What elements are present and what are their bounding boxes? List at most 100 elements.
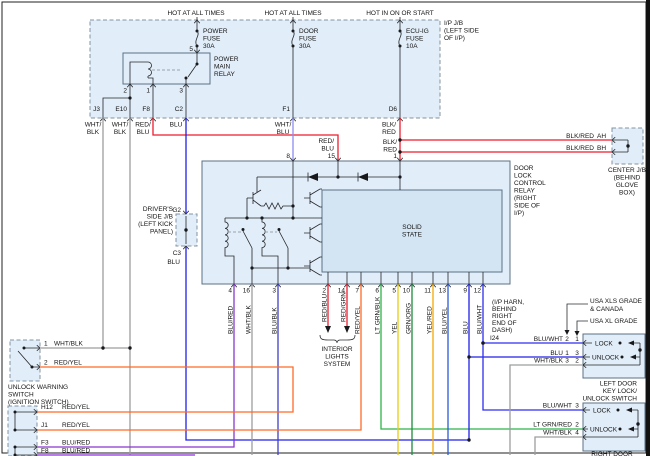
solid-state-label: STATE: [402, 232, 423, 239]
wire-label-redblu: RED/: [318, 138, 334, 145]
wire-label: BLU/RED: [62, 448, 90, 455]
pin-number: 4: [575, 430, 579, 437]
right-door-switch-label: RIGHT DOOR: [591, 451, 633, 456]
wire-label: BLK/: [382, 122, 396, 129]
left-door-switch-label: KEY LOCK/: [603, 388, 637, 395]
pin-number: 3: [575, 350, 579, 357]
ip-jb-note: OF I/P): [444, 35, 465, 42]
left-door-switch-label: UNLOCK SWITCH: [582, 396, 637, 403]
wire-label-redblu: BLU: [321, 146, 334, 153]
pmr-pin1: 1: [146, 88, 150, 95]
feed-label-hot1: HOT AT ALL TIMES: [167, 10, 225, 17]
wire-label: WHT/BLK: [54, 341, 84, 348]
uws-box: [10, 340, 40, 381]
door-fuse-label: DOOR: [299, 28, 319, 35]
pin-number: 3: [272, 288, 276, 295]
connector-c2: C2: [175, 106, 184, 113]
relay-pin15: 15: [328, 153, 336, 160]
page-edge-bar: [646, 0, 650, 456]
unlock-label: UNLOCK: [590, 427, 618, 434]
connector-f3: F3: [41, 440, 49, 447]
pin-ah: AH: [597, 133, 606, 140]
pin-number: 2: [575, 358, 579, 365]
pin-number: 12: [474, 288, 482, 295]
harn-label: DASH): [492, 327, 512, 334]
relay-label: CONTROL: [514, 180, 546, 187]
wire-label: BLK: [114, 129, 127, 136]
wire-label: RED/YEL: [62, 404, 90, 411]
ip-jb-note: I/P J/B: [444, 20, 463, 27]
wire-label: RED: [382, 129, 396, 136]
harn-label: END OF: [492, 320, 517, 327]
grade-label: USA XL GRADE: [590, 318, 638, 325]
wire-label: LT GRN/RED: [533, 422, 572, 429]
pin-number: 2: [44, 360, 48, 367]
wire-label: BLU/RED: [62, 440, 90, 447]
pin-number: 4: [228, 288, 232, 295]
pin-number: 7: [355, 288, 359, 295]
wire-label: BLK/RED: [566, 145, 594, 152]
relay-label: LOCK: [514, 173, 532, 180]
connector-f8: F8: [142, 106, 150, 113]
uws-label: UNLOCK WARNING: [8, 384, 68, 391]
wire-label: BLU: [170, 122, 183, 129]
wire-label-blkred: BLK/: [383, 139, 397, 146]
pin-number: 1: [575, 336, 579, 343]
relay-label: I/P): [514, 210, 524, 217]
drivers-jb-label: SIDE J/B: [147, 214, 173, 221]
connector-i24: I24: [490, 335, 499, 342]
feed-label-hot3: HOT IN ON OR START: [366, 10, 434, 17]
lock-label: LOCK: [593, 408, 611, 415]
connector-d6: D6: [389, 106, 398, 113]
wire-label: BLU: [550, 350, 563, 357]
wire-label: BLU/WHT: [543, 403, 572, 410]
uws-label: (IGNITION SWITCH): [8, 399, 69, 406]
center-jb-label: BOX): [619, 190, 635, 197]
pmr-pin2: 2: [123, 88, 127, 95]
connector-j1: J1: [41, 422, 48, 429]
harn-label: RIGHT: [492, 313, 512, 320]
left-door-switch-label: LEFT DOOR: [600, 381, 637, 388]
pmr-label: RELAY: [214, 71, 235, 78]
wire-label: RED/YEL: [62, 422, 90, 429]
power-fuse-label: POWER: [203, 28, 228, 35]
connector-f1: F1: [282, 106, 290, 113]
drivers-jb-label: PANEL): [150, 229, 173, 236]
lock-label: LOCK: [595, 341, 613, 348]
pin-number: 5: [392, 288, 396, 295]
wire-label: BLU: [137, 129, 150, 136]
wire-label: WHT/: [112, 122, 129, 129]
pin-number: 9: [463, 288, 467, 295]
ils-label: INTERIOR: [321, 346, 352, 353]
lljb-box: [8, 406, 37, 456]
relay-label: SIDE OF: [514, 203, 540, 210]
pin-number: 13: [439, 288, 447, 295]
pin-number: 10: [403, 288, 411, 295]
connector-g2: G2: [172, 207, 181, 214]
unlock-label: UNLOCK: [592, 355, 620, 362]
wire-label: RED/: [135, 122, 151, 129]
pin-number: 16: [243, 288, 251, 295]
connector-j3: J3: [93, 106, 100, 113]
pin-number: 2: [575, 422, 579, 429]
harn-label: (I/P HARN,: [492, 299, 524, 306]
wire-label: BLU/WHT: [534, 336, 563, 343]
door-fuse-label: FUSE: [299, 36, 317, 43]
pmr-pin3: 3: [179, 88, 183, 95]
center-jb-label: CENTER J/B: [608, 167, 646, 174]
connector-e10: E10: [115, 106, 127, 113]
pin-number: 1: [565, 350, 569, 357]
ecu-ig-fuse-label: ECU-IG: [406, 28, 429, 35]
pin-bh: BH: [597, 145, 606, 152]
center-jb-label: (BEHIND: [614, 175, 641, 182]
ils-label: SYSTEM: [324, 361, 351, 368]
ip-jb-note: (LEFT SIDE: [444, 28, 480, 35]
wire-label: WHT/: [275, 122, 292, 129]
wire-label: BLK: [87, 129, 100, 136]
ecu-ig-fuse-label: FUSE: [406, 36, 424, 43]
wire-label: WHT/BLK: [543, 430, 573, 437]
pin-number: 6: [375, 288, 379, 295]
pin-number: 3: [575, 403, 579, 410]
wire-label-blu: BLU: [167, 259, 180, 266]
grade-label: USA XLS GRADE: [590, 298, 643, 305]
